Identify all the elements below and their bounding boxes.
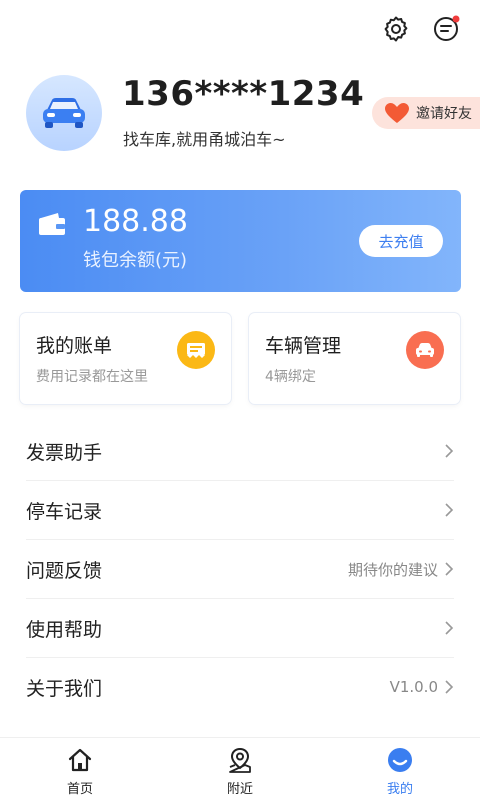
avatar[interactable] — [26, 75, 102, 151]
bill-icon — [187, 343, 205, 358]
unread-dot — [452, 15, 460, 23]
tab-mine[interactable]: 我的 — [360, 746, 440, 797]
menu-item-label: 问题反馈 — [26, 559, 103, 582]
vehicle-management-card[interactable]: 车辆管理 4辆绑定 — [249, 313, 460, 404]
tab-nearby[interactable]: 附近 — [200, 746, 280, 797]
wallet-icon — [39, 213, 65, 235]
menu-list: 发票助手 停车记录 问题反馈 期待你的建议 使用帮助 关于我们 V1.0.0 — [0, 422, 480, 716]
chevron-right-icon — [445, 621, 454, 635]
home-icon — [68, 748, 92, 772]
tab-label: 首页 — [66, 782, 93, 797]
invite-friends-button[interactable]: 邀请好友 — [372, 97, 480, 129]
wallet-amount: 188.88 — [83, 204, 188, 239]
settings-button[interactable] — [381, 14, 411, 44]
user-slogan: 找车库,就用甬城泊车~ — [123, 130, 286, 149]
chevron-right-icon — [445, 444, 454, 458]
wallet-label: 钱包余额(元) — [83, 250, 188, 271]
messages-button[interactable] — [432, 14, 462, 44]
menu-item-label: 停车记录 — [26, 500, 103, 523]
map-pin-icon — [229, 747, 251, 773]
card-subtitle: 4辆绑定 — [265, 369, 316, 385]
menu-item-feedback[interactable]: 问题反馈 期待你的建议 — [26, 540, 454, 599]
vehicle-badge — [406, 331, 444, 369]
message-icon — [434, 15, 460, 41]
user-phone: 136****1234 — [122, 74, 365, 114]
tab-label: 我的 — [386, 782, 413, 797]
card-subtitle: 费用记录都在这里 — [36, 369, 148, 385]
menu-item-invoice[interactable]: 发票助手 — [26, 422, 454, 481]
menu-item-label: 关于我们 — [26, 677, 103, 700]
menu-item-label: 使用帮助 — [26, 618, 103, 641]
recharge-button[interactable]: 去充值 — [359, 225, 443, 257]
bottom-nav: 首页 附近 我的 — [0, 737, 480, 801]
my-bills-card[interactable]: 我的账单 费用记录都在这里 — [20, 313, 231, 404]
car-icon — [416, 343, 434, 357]
car-avatar-icon — [43, 98, 85, 128]
menu-item-hint: 期待你的建议 — [347, 560, 438, 579]
bill-badge — [177, 331, 215, 369]
invite-label: 邀请好友 — [416, 106, 472, 122]
card-title: 车辆管理 — [265, 335, 342, 357]
menu-item-parking-records[interactable]: 停车记录 — [26, 481, 454, 540]
chevron-right-icon — [445, 503, 454, 517]
tab-home[interactable]: 首页 — [40, 746, 120, 797]
menu-item-help[interactable]: 使用帮助 — [26, 599, 454, 658]
menu-item-about[interactable]: 关于我们 V1.0.0 — [26, 658, 454, 716]
chevron-right-icon — [445, 680, 454, 694]
wallet-card[interactable]: 188.88 钱包余额(元) 去充值 — [20, 190, 461, 292]
menu-item-label: 发票助手 — [26, 441, 103, 464]
chevron-right-icon — [445, 562, 454, 576]
menu-item-hint: V1.0.0 — [389, 678, 438, 696]
gear-icon — [384, 16, 408, 42]
tab-label: 附近 — [226, 782, 253, 797]
card-title: 我的账单 — [36, 335, 113, 357]
profile-icon — [388, 748, 412, 772]
heart-icon — [385, 103, 409, 123]
